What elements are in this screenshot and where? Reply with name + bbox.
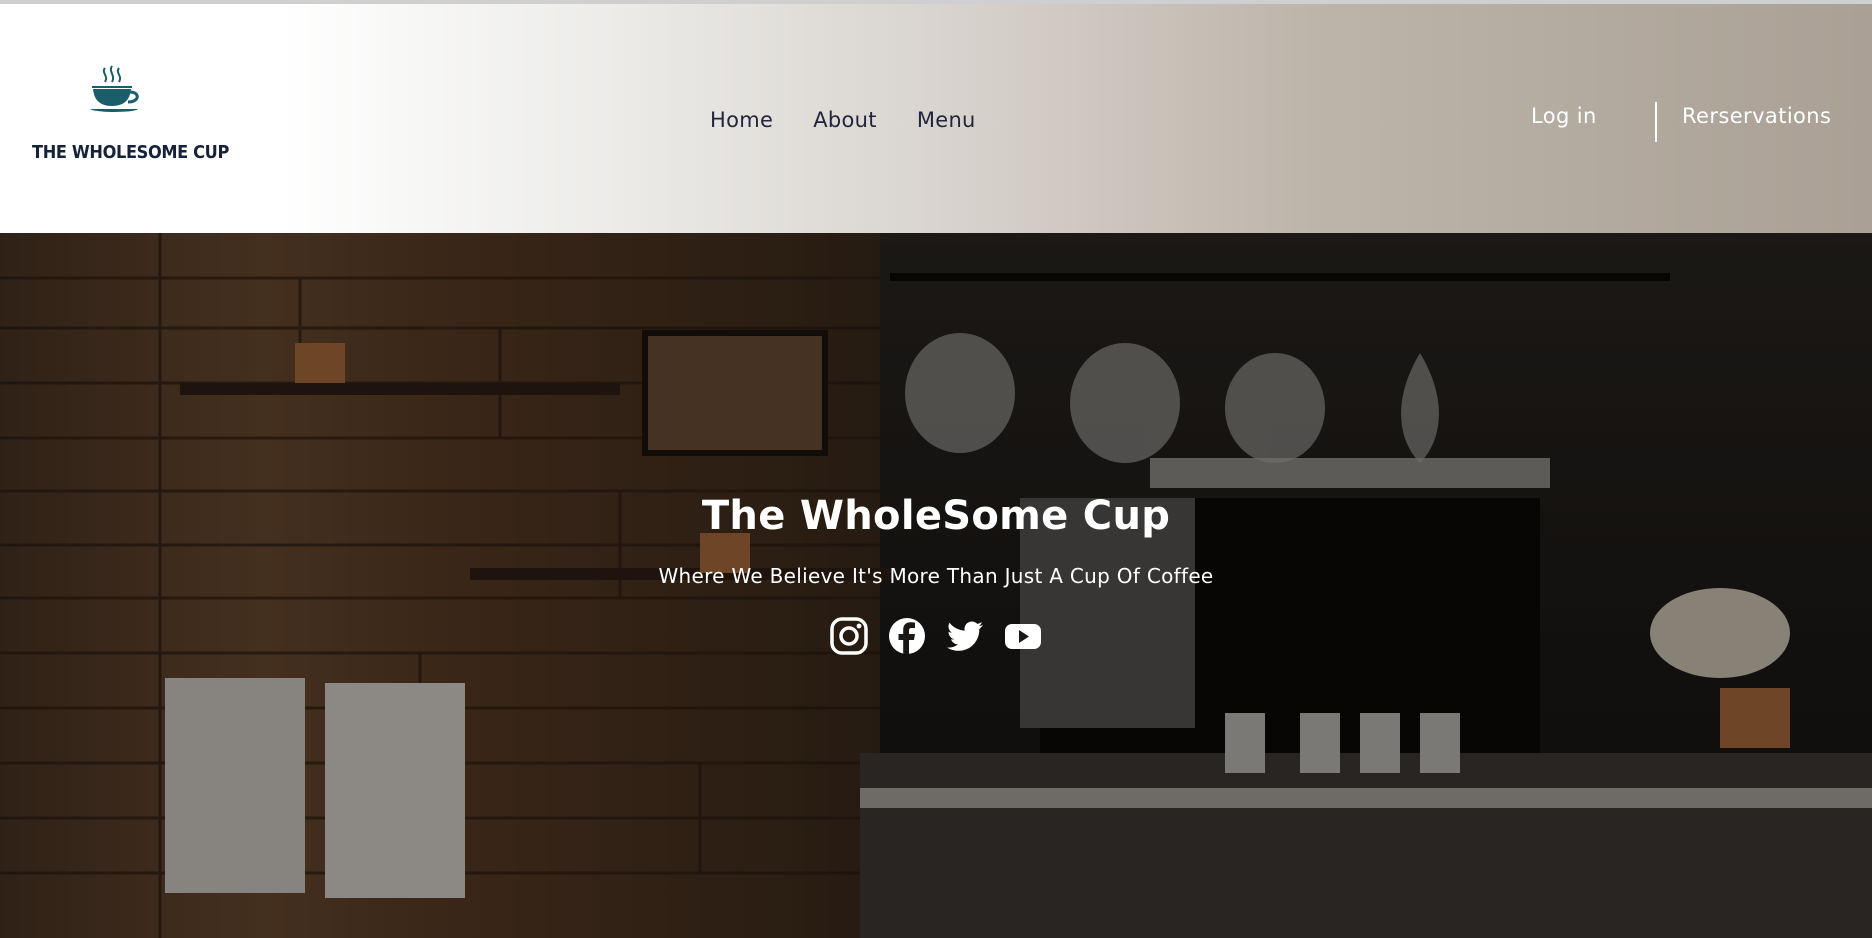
reservations-link[interactable]: Rerservations xyxy=(1682,104,1831,128)
youtube-icon[interactable] xyxy=(1003,616,1043,656)
hero-section: The WholeSome Cup Where We Believe It's … xyxy=(0,233,1872,938)
brand-name: THE WHOLESOME CUP xyxy=(32,142,229,163)
header-divider xyxy=(1655,102,1657,142)
nav-item-home[interactable]: Home xyxy=(710,108,773,132)
twitter-icon[interactable] xyxy=(945,616,985,656)
main-nav: Home About Menu xyxy=(710,108,976,132)
page: THE WHOLESOME CUP Home About Menu Log in… xyxy=(0,0,1872,938)
login-link[interactable]: Log in xyxy=(1531,104,1597,128)
site-header: THE WHOLESOME CUP Home About Menu Log in… xyxy=(0,4,1872,233)
hero-title: The WholeSome Cup xyxy=(701,493,1171,539)
coffee-cup-icon xyxy=(90,65,139,112)
nav-item-menu[interactable]: Menu xyxy=(917,108,976,132)
nav-item-about[interactable]: About xyxy=(813,108,877,132)
instagram-icon[interactable] xyxy=(829,616,869,656)
social-links xyxy=(829,616,1043,656)
hero-subtitle: Where We Believe It's More Than Just A C… xyxy=(658,564,1214,588)
brand-logo[interactable]: THE WHOLESOME CUP xyxy=(28,64,229,174)
facebook-icon[interactable] xyxy=(887,616,927,656)
